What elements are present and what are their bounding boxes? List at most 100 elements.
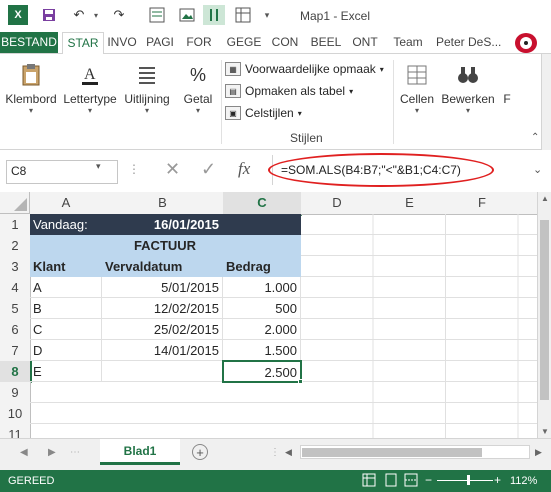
cells-group[interactable]: Cellen ▾ <box>396 62 438 115</box>
page-break-view-icon[interactable] <box>404 473 418 487</box>
undo-dropdown-icon[interactable]: ▾ <box>90 5 102 25</box>
horizontal-scrollbar-thumb[interactable] <box>302 448 482 457</box>
table-icon[interactable] <box>232 5 254 25</box>
cell-b6[interactable]: 25/02/2015 <box>102 319 223 340</box>
page-layout-view-icon[interactable] <box>384 473 398 487</box>
row-header-7[interactable]: 7 <box>0 340 31 362</box>
alignment-group[interactable]: Uitlijning ▾ <box>120 62 174 115</box>
cell-b4[interactable]: 5/01/2015 <box>102 277 223 298</box>
cell-a3[interactable]: Klant <box>30 256 102 277</box>
tab-view[interactable]: BEEL <box>309 32 343 53</box>
prev-sheet-icon[interactable]: ◀ <box>20 447 28 458</box>
scroll-down-icon[interactable]: ▼ <box>541 427 549 436</box>
cell-c6[interactable]: 2.000 <box>223 319 301 340</box>
cell-styles-button[interactable]: ▣ Celstijlen ▾ <box>225 104 302 122</box>
row-header-1[interactable]: 1 <box>0 214 31 236</box>
cell-a7[interactable]: D <box>30 340 102 361</box>
confirm-icon[interactable]: ✓ <box>201 159 216 180</box>
row-header-11[interactable]: 11 <box>0 424 31 442</box>
conditional-formatting-button[interactable]: ▦ Voorwaardelijke opmaak ▾ <box>225 60 384 78</box>
expand-formula-bar-icon[interactable]: ⌄ <box>533 163 542 176</box>
insert-function-icon[interactable]: fx <box>238 159 250 179</box>
sheet-tab-blad1[interactable]: Blad1 <box>100 439 180 465</box>
cell-b8[interactable] <box>102 361 223 382</box>
form-icon[interactable] <box>146 5 168 25</box>
tab-developer[interactable]: ONT <box>349 32 381 53</box>
redo-icon[interactable]: ↷ <box>108 5 130 25</box>
row-header-2[interactable]: 2 <box>0 235 31 257</box>
user-name[interactable]: Peter DeS... <box>436 32 512 53</box>
cell-c4[interactable]: 1.000 <box>223 277 301 298</box>
cell-b5[interactable]: 12/02/2015 <box>102 298 223 319</box>
empty-rows-area[interactable] <box>30 382 301 438</box>
cell-a8[interactable]: E <box>30 361 102 382</box>
scroll-right-icon[interactable]: ▶ <box>535 447 542 458</box>
tab-review[interactable]: CON <box>268 32 302 53</box>
cell-c8-selected[interactable]: 2.500 <box>222 360 302 383</box>
format-as-table-button[interactable]: ▤ Opmaken als tabel ▾ <box>225 82 353 100</box>
undo-icon[interactable]: ↶ <box>68 5 90 25</box>
row-header-8[interactable]: 8 <box>0 361 32 383</box>
zoom-in-icon[interactable]: + <box>494 473 501 487</box>
row-header-9[interactable]: 9 <box>0 382 31 404</box>
cancel-icon[interactable]: ✕ <box>165 159 180 180</box>
cell-a5[interactable]: B <box>30 298 102 319</box>
clipboard-group[interactable]: Klembord ▾ <box>2 62 60 115</box>
zoom-slider[interactable] <box>437 480 493 481</box>
cell-b3[interactable]: Vervaldatum <box>102 256 223 277</box>
row-header-10[interactable]: 10 <box>0 403 31 425</box>
scrollbar-thumb[interactable] <box>540 220 549 400</box>
scroll-up-icon[interactable]: ▲ <box>541 194 549 203</box>
tab-page-layout[interactable]: PAGI <box>142 32 178 53</box>
zoom-level[interactable]: 112% <box>510 475 537 487</box>
overflow-group[interactable]: F <box>500 62 514 106</box>
zoom-slider-thumb[interactable] <box>467 475 470 485</box>
sort-icon[interactable] <box>203 5 225 25</box>
worksheet-grid[interactable]: A B C D E F ▲ ▼ 1 2 3 4 5 6 7 8 9 10 11 … <box>0 192 551 442</box>
horizontal-scrollbar[interactable] <box>300 445 530 459</box>
customize-qa-icon[interactable]: ▾ <box>260 5 274 25</box>
number-group[interactable]: % Getal ▾ <box>178 62 218 116</box>
column-header-c[interactable]: C <box>223 192 302 216</box>
column-header-d[interactable]: D <box>301 192 374 215</box>
cell-a2-merged[interactable]: FACTUUR <box>30 235 301 256</box>
column-header-f[interactable]: F <box>446 192 519 215</box>
column-header-e[interactable]: E <box>373 192 447 215</box>
tab-home[interactable]: STAR <box>62 32 104 56</box>
collapse-ribbon-icon[interactable]: ⌃ <box>531 132 539 143</box>
fill-handle[interactable] <box>298 379 303 384</box>
more-sheets-icon[interactable]: ⋯ <box>70 447 80 458</box>
normal-view-icon[interactable] <box>362 473 376 487</box>
cell-c1[interactable] <box>223 214 301 235</box>
tab-insert[interactable]: INVO <box>104 32 140 53</box>
tab-file[interactable]: BESTAND <box>0 32 58 53</box>
row-header-5[interactable]: 5 <box>0 298 31 320</box>
row-header-6[interactable]: 6 <box>0 319 31 341</box>
add-sheet-icon[interactable]: + <box>192 444 208 460</box>
cell-a6[interactable]: C <box>30 319 102 340</box>
zoom-out-icon[interactable]: − <box>425 473 432 487</box>
cell-a1[interactable]: Vandaag: <box>30 214 102 235</box>
avatar[interactable] <box>515 33 537 53</box>
name-box[interactable]: C8 <box>6 160 118 184</box>
scroll-left-icon[interactable]: ◀ <box>285 447 292 458</box>
cell-c5[interactable]: 500 <box>223 298 301 319</box>
row-header-3[interactable]: 3 <box>0 256 31 278</box>
tabs-splitter-icon[interactable]: ⋮ <box>270 447 280 458</box>
empty-cells-area[interactable] <box>301 214 537 438</box>
name-box-dropdown-icon[interactable]: ▾ <box>96 161 101 172</box>
cell-b1[interactable]: 16/01/2015 <box>102 214 223 235</box>
editing-group[interactable]: Bewerken ▾ <box>440 62 496 115</box>
cell-c7[interactable]: 1.500 <box>223 340 301 361</box>
tab-team[interactable]: Team <box>389 32 427 53</box>
column-header-b[interactable]: B <box>102 192 224 215</box>
tab-data[interactable]: GEGE <box>225 32 263 53</box>
cell-c3[interactable]: Bedrag <box>223 256 301 277</box>
ribbon-scrollbar[interactable] <box>541 54 551 150</box>
next-sheet-icon[interactable]: ▶ <box>48 447 56 458</box>
column-header-a[interactable]: A <box>30 192 103 215</box>
tab-formulas[interactable]: FOR <box>183 32 215 53</box>
save-icon[interactable] <box>38 5 60 25</box>
select-all-corner[interactable] <box>0 192 30 214</box>
vertical-scrollbar[interactable]: ▲ ▼ <box>537 192 551 438</box>
